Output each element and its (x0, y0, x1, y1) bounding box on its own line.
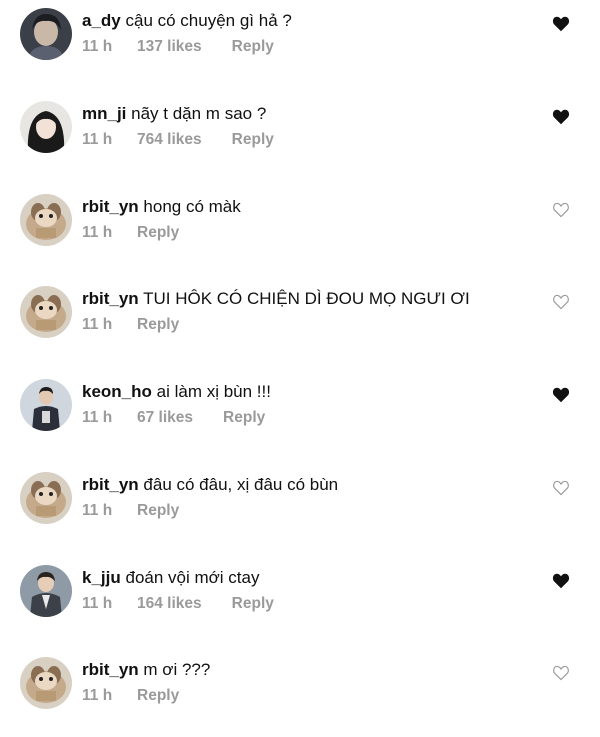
avatar-image (20, 194, 72, 246)
avatar[interactable] (20, 8, 72, 60)
avatar-image (20, 379, 72, 431)
heart-outline-icon[interactable] (552, 480, 570, 496)
avatar[interactable] (20, 379, 72, 431)
comment-item: mn_ji nãy t dặn m sao ? 11 h 764 likes Rep… (0, 101, 600, 181)
comment-text: nãy t dặn m sao ? (131, 104, 267, 123)
heart-outline-icon[interactable] (552, 294, 570, 310)
heart-outline-icon[interactable] (552, 665, 570, 681)
comment-item: keon_ho ai làm xị bùn !!! 11 h 67 likes Re… (0, 379, 600, 459)
comment-time: 11 h (82, 224, 113, 241)
comment-username[interactable]: a_dy (82, 11, 121, 30)
reply-button[interactable]: Reply (137, 687, 179, 705)
heart-filled-icon[interactable] (552, 573, 570, 589)
comment-username[interactable]: keon_ho (82, 382, 152, 401)
comment-time: 11 h (82, 687, 113, 704)
comment-item: a_dy cậu có chuyện gì hả ? 11 h 137 likes… (0, 8, 600, 88)
comment-text: m ơi ??? (143, 660, 211, 679)
comment-text: hong có màk (143, 197, 241, 216)
avatar-image (20, 565, 72, 617)
comment-text: ai làm xị bùn !!! (156, 382, 271, 401)
avatar[interactable] (20, 565, 72, 617)
comment-text: đoán vội mới ctay (125, 568, 260, 587)
avatar[interactable] (20, 472, 72, 524)
reply-button[interactable]: Reply (137, 224, 179, 242)
reply-button[interactable]: Reply (137, 316, 179, 334)
comment-username[interactable]: mn_ji (82, 104, 126, 123)
comment-username[interactable]: rbit_yn (82, 289, 139, 308)
comment-item: k_jju đoán vội mới ctay 11 h 164 likes Rep… (0, 565, 600, 645)
heart-filled-icon[interactable] (552, 109, 570, 125)
reply-button[interactable]: Reply (232, 131, 274, 149)
comment-time: 11 h (82, 595, 113, 612)
avatar-image (20, 101, 72, 153)
avatar-image (20, 8, 72, 60)
avatar[interactable] (20, 286, 72, 338)
comment-time: 11 h (82, 316, 113, 333)
avatar[interactable] (20, 657, 72, 709)
avatar-image (20, 472, 72, 524)
reply-button[interactable]: Reply (232, 38, 274, 56)
comment-item: rbit_yn hong có màk 11 h Reply (0, 194, 600, 274)
comment-username[interactable]: rbit_yn (82, 475, 139, 494)
avatar-image (20, 657, 72, 709)
comment-time: 11 h (82, 502, 113, 519)
comment-likes[interactable]: 164 likes (137, 595, 202, 613)
avatar[interactable] (20, 194, 72, 246)
comment-time: 11 h (82, 409, 113, 426)
comment-item: rbit_yn đâu có đâu, xị đâu có bùn 11 h Re… (0, 472, 600, 552)
comment-likes[interactable]: 764 likes (137, 131, 202, 149)
comment-username[interactable]: k_jju (82, 568, 121, 587)
heart-filled-icon[interactable] (552, 16, 570, 32)
reply-button[interactable]: Reply (137, 502, 179, 520)
reply-button[interactable]: Reply (232, 595, 274, 613)
comment-username[interactable]: rbit_yn (82, 660, 139, 679)
comment-username[interactable]: rbit_yn (82, 197, 139, 216)
avatar-image (20, 286, 72, 338)
reply-button[interactable]: Reply (223, 409, 265, 427)
avatar[interactable] (20, 101, 72, 153)
comment-likes[interactable]: 67 likes (137, 409, 193, 427)
comment-text: TUI HÔK CÓ CHIỆN DÌ ĐOU MỌ NGƯI ƠI (143, 289, 470, 308)
heart-filled-icon[interactable] (552, 387, 570, 403)
comment-likes[interactable]: 137 likes (137, 38, 202, 56)
comment-time: 11 h (82, 131, 113, 148)
heart-outline-icon[interactable] (552, 202, 570, 218)
comment-text: cậu có chuyện gì hả ? (125, 11, 292, 30)
comment-item: rbit_yn m ơi ??? 11 h Reply (0, 657, 600, 737)
comment-time: 11 h (82, 38, 113, 55)
comment-text: đâu có đâu, xị đâu có bùn (143, 475, 339, 494)
comment-item: rbit_yn TUI HÔK CÓ CHIỆN DÌ ĐOU MỌ NGƯI … (0, 286, 600, 366)
